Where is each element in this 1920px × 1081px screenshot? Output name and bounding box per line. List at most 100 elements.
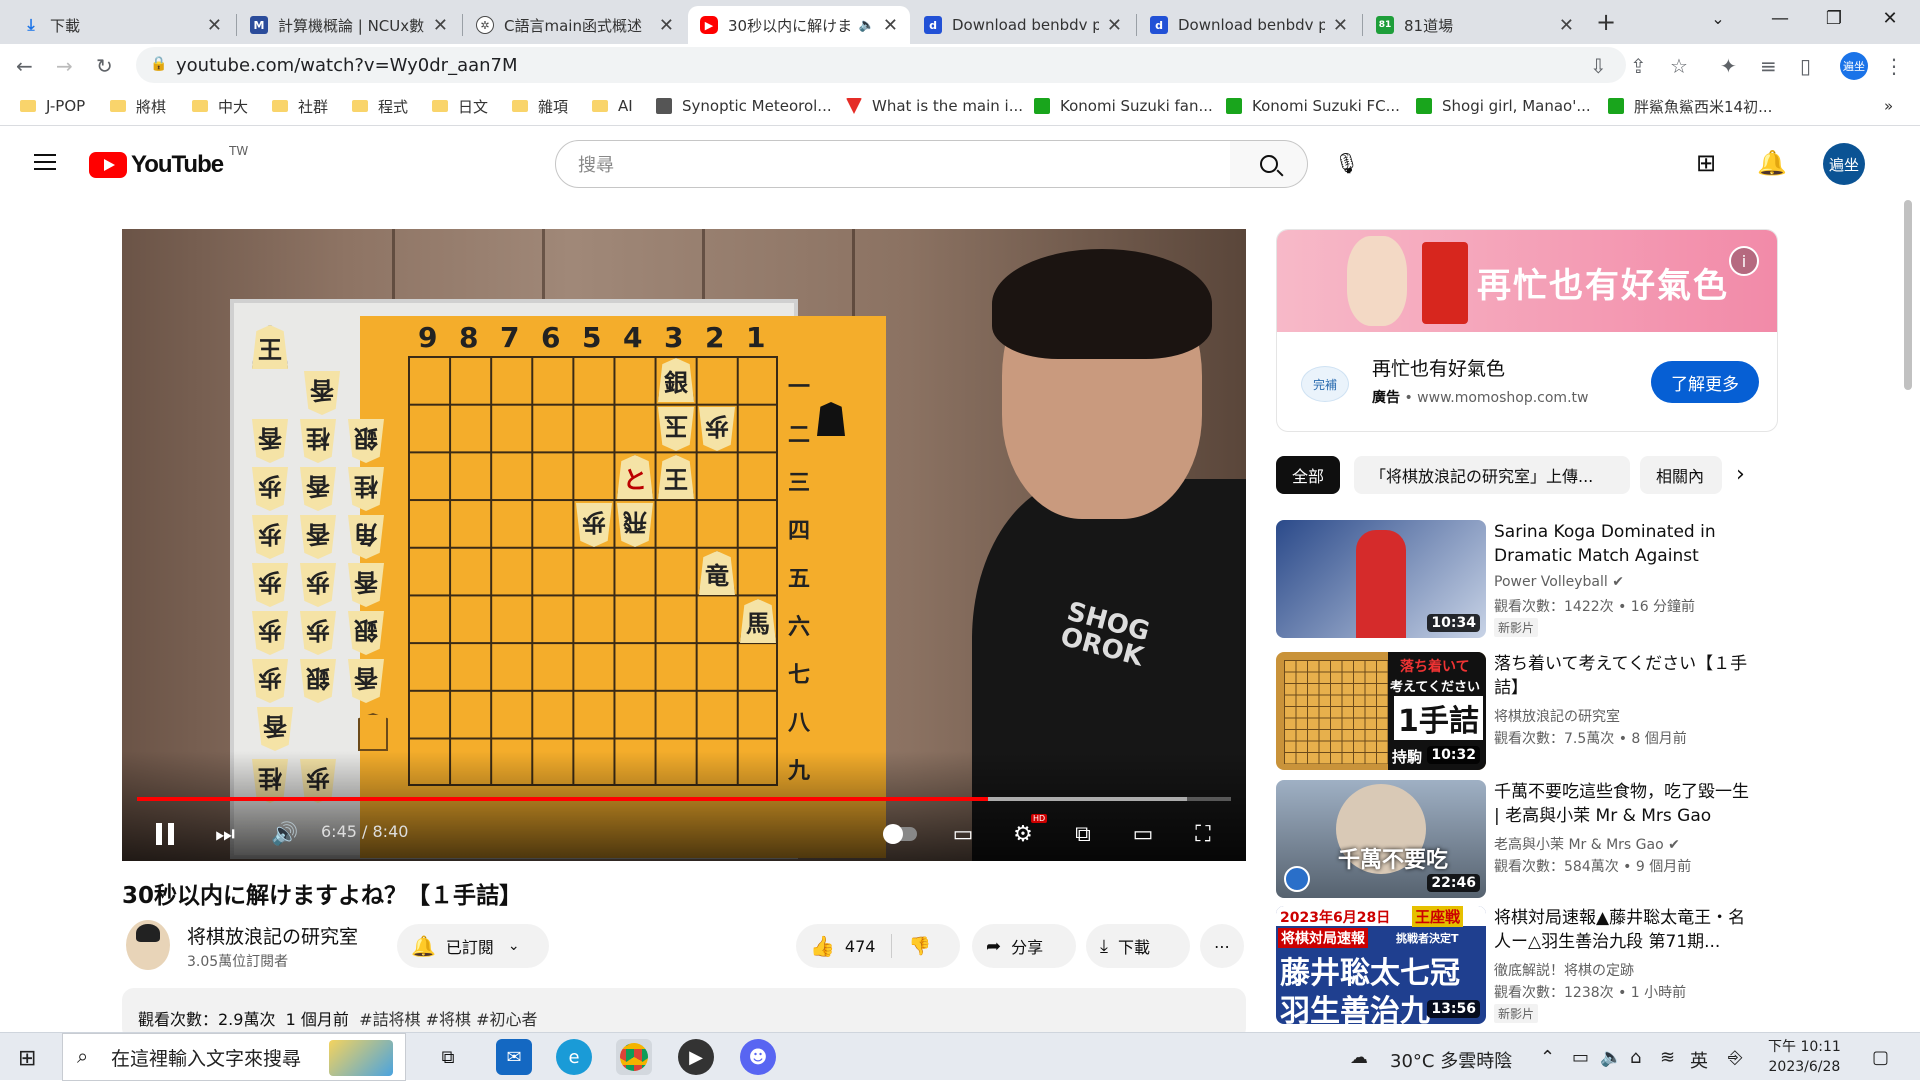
- media-control-icon[interactable]: ≡: [1760, 54, 1777, 78]
- close-icon[interactable]: ✕: [1559, 15, 1574, 36]
- channel-name[interactable]: Power Volleyball ✔: [1494, 574, 1624, 590]
- bookmark-link[interactable]: 胖鯊魚鯊西米14初...: [1608, 86, 1772, 126]
- weather-icon[interactable]: ☁: [1350, 1047, 1368, 1068]
- video-player[interactable]: 9 8 7 6 5 4 3 2 1 一 二 三 四 五 六 七 八 九 銀 玉 …: [122, 229, 1246, 861]
- install-app-icon[interactable]: ⇩: [1590, 54, 1607, 78]
- ad-learn-more-button[interactable]: 了解更多: [1651, 361, 1759, 403]
- next-button[interactable]: ⏭: [210, 819, 240, 849]
- thumbs-up-icon[interactable]: 👍: [810, 934, 835, 958]
- recommended-video[interactable]: 2023年6月28日 王座戦 将棋対局速報 挑戦者決定T 藤井聡太七冠 羽生善治…: [1276, 906, 1766, 1026]
- more-actions-button[interactable]: ⋯: [1200, 924, 1244, 968]
- tray-overflow-icon[interactable]: ⌃: [1540, 1047, 1555, 1068]
- miniplayer-button[interactable]: ⧉: [1066, 819, 1100, 849]
- recommended-video[interactable]: 千萬不要吃 22:46 千萬不要吃這些食物，吃了毀一生 | 老高與小茉 Mr &…: [1276, 780, 1766, 898]
- recommended-video[interactable]: 落ち着いて 考えてください 1手詰 持駒 10:32 落ち着いて考えてください【…: [1276, 652, 1766, 770]
- ad-title[interactable]: 再忙也有好氣色: [1372, 354, 1505, 381]
- settings-button[interactable]: ⚙: [1006, 819, 1040, 849]
- discord-app-icon[interactable]: ☻: [740, 1039, 776, 1075]
- notifications-bell-icon[interactable]: 🔔: [1757, 149, 1787, 177]
- subscribed-button[interactable]: 🔔 已訂閱 ⌄: [397, 924, 549, 968]
- mute-button[interactable]: 🔊: [270, 819, 300, 849]
- video-title[interactable]: 将棋対局速報▲藤井聡太竜王・名人ー△羽生善治九段 第71期...: [1494, 906, 1760, 954]
- tab-81dojo[interactable]: 81 81道場 ✕: [1364, 6, 1586, 44]
- taskbar-clock[interactable]: 下午 10:11 2023/6/28: [1768, 1037, 1841, 1077]
- hashtag-link[interactable]: #初心者: [476, 1010, 537, 1029]
- new-tab-button[interactable]: +: [1596, 8, 1616, 36]
- video-title[interactable]: 落ち着いて考えてください【１手詰】: [1494, 652, 1760, 700]
- ad-banner-image[interactable]: 再忙也有好氣色 i: [1277, 230, 1777, 332]
- tab-download-benbdv-1[interactable]: d Download benbdv p ✕: [912, 6, 1134, 44]
- tab-download[interactable]: ⤓ 下載 ✕: [10, 6, 234, 44]
- extensions-icon[interactable]: ✦: [1720, 54, 1737, 78]
- bookmark-link[interactable]: Konomi Suzuki FC...: [1226, 86, 1400, 126]
- tab-search-icon[interactable]: ⌄: [1690, 0, 1746, 36]
- channel-name[interactable]: 将棋放浪記の研究室: [1494, 706, 1620, 726]
- weather-text[interactable]: 30°C 多雲時陰: [1390, 1047, 1512, 1073]
- minimize-button[interactable]: —: [1752, 0, 1808, 36]
- page-scrollbar[interactable]: [1904, 200, 1912, 390]
- browser-menu-icon[interactable]: ⋮: [1884, 54, 1904, 78]
- fullscreen-button[interactable]: ⛶: [1186, 819, 1220, 849]
- chrome-app-icon[interactable]: [616, 1039, 652, 1075]
- channel-name[interactable]: 老高與小茉 Mr & Mrs Gao ✔: [1494, 834, 1680, 854]
- youtube-logo[interactable]: YouTube TW: [89, 144, 248, 179]
- tab-ncux[interactable]: M 計算機概論 | NCUx數 ✕: [238, 6, 460, 44]
- windows-start-icon[interactable]: ⊞: [18, 1046, 36, 1071]
- bookmark-folder[interactable]: 將棋: [110, 86, 166, 126]
- address-bar[interactable]: 🔒 youtube.com/watch?v=Wy0dr_aan7M: [136, 47, 1626, 83]
- edge-app-icon[interactable]: e: [556, 1039, 592, 1075]
- close-icon[interactable]: ✕: [1333, 15, 1348, 36]
- video-title[interactable]: Sarina Koga Dominated in Dramatic Match …: [1494, 520, 1760, 568]
- side-panel-icon[interactable]: ▯: [1800, 54, 1811, 78]
- close-window-button[interactable]: ✕: [1862, 0, 1918, 36]
- search-button[interactable]: [1230, 140, 1308, 188]
- theater-mode-button[interactable]: ▭: [1126, 819, 1160, 849]
- battery-icon[interactable]: ▭: [1572, 1047, 1589, 1068]
- channel-name[interactable]: 将棋放浪記の研究室: [187, 922, 358, 949]
- chevron-right-icon[interactable]: ›: [1736, 462, 1745, 487]
- ime-mode-icon[interactable]: ⎆: [1728, 1047, 1742, 1068]
- bookmark-folder[interactable]: 雜項: [512, 86, 568, 126]
- progress-played[interactable]: [137, 797, 989, 801]
- browser-profile-avatar[interactable]: 遍坐: [1840, 52, 1868, 80]
- speaker-icon[interactable]: 🔈: [859, 18, 875, 33]
- lock-icon[interactable]: 🔒: [150, 56, 167, 72]
- recommended-video[interactable]: 10:34 Sarina Koga Dominated in Dramatic …: [1276, 520, 1766, 638]
- ime-indicator[interactable]: 英: [1690, 1047, 1708, 1073]
- volume-icon[interactable]: 🔈: [1600, 1047, 1622, 1068]
- share-button[interactable]: ➦ 分享: [972, 924, 1076, 968]
- share-icon[interactable]: ⇪: [1630, 54, 1647, 78]
- maximize-button[interactable]: ❐: [1806, 0, 1862, 36]
- autoplay-toggle[interactable]: [880, 819, 920, 849]
- wifi-icon[interactable]: ≋: [1660, 1047, 1675, 1068]
- tab-youtube-active[interactable]: ▶ 30秒以内に解けま 🔈 ✕: [688, 6, 910, 44]
- create-video-icon[interactable]: ⊞: [1696, 149, 1716, 177]
- taskbar-search-box[interactable]: ⌕ 在這裡輸入文字來搜尋: [62, 1033, 406, 1081]
- channel-avatar[interactable]: [126, 920, 170, 970]
- bookmark-folder[interactable]: J-POP: [20, 86, 85, 126]
- tab-chatgpt[interactable]: ✲ C語言main函式概述 ✕: [464, 6, 686, 44]
- video-thumbnail[interactable]: 2023年6月28日 王座戦 将棋対局速報 挑戦者決定T 藤井聡太七冠 羽生善治…: [1276, 906, 1486, 1024]
- task-view-icon[interactable]: ⧉: [430, 1039, 466, 1075]
- search-input[interactable]: 搜尋: [555, 140, 1231, 188]
- bookmark-link[interactable]: Shogi girl, Manao'...: [1416, 86, 1591, 126]
- pause-button[interactable]: [150, 819, 180, 849]
- bookmark-link[interactable]: Synoptic Meteorol...: [656, 86, 832, 126]
- hamburger-menu-icon[interactable]: [34, 154, 56, 170]
- mail-app-icon[interactable]: ✉: [496, 1039, 532, 1075]
- ad-advertiser-logo[interactable]: 完補: [1301, 366, 1349, 402]
- video-thumbnail[interactable]: 落ち着いて 考えてください 1手詰 持駒 10:32: [1276, 652, 1486, 770]
- chip-all[interactable]: 全部: [1276, 456, 1341, 494]
- close-icon[interactable]: ✕: [883, 15, 898, 36]
- ad-card[interactable]: 再忙也有好氣色 i 完補 再忙也有好氣色 廣告 • www.momoshop.c…: [1276, 229, 1778, 432]
- close-icon[interactable]: ✕: [433, 15, 448, 36]
- bookmark-link[interactable]: Konomi Suzuki fan...: [1034, 86, 1213, 126]
- thumbs-down-icon[interactable]: 👎: [908, 936, 930, 957]
- video-thumbnail[interactable]: 10:34: [1276, 520, 1486, 638]
- back-button[interactable]: ←: [16, 54, 33, 78]
- bookmark-folder[interactable]: 程式: [352, 86, 408, 126]
- bookmark-star-icon[interactable]: ☆: [1670, 54, 1688, 78]
- media-player-app-icon[interactable]: ▶: [678, 1039, 714, 1075]
- hashtag-link[interactable]: #将棋: [426, 1010, 471, 1029]
- ad-info-icon[interactable]: i: [1729, 246, 1759, 276]
